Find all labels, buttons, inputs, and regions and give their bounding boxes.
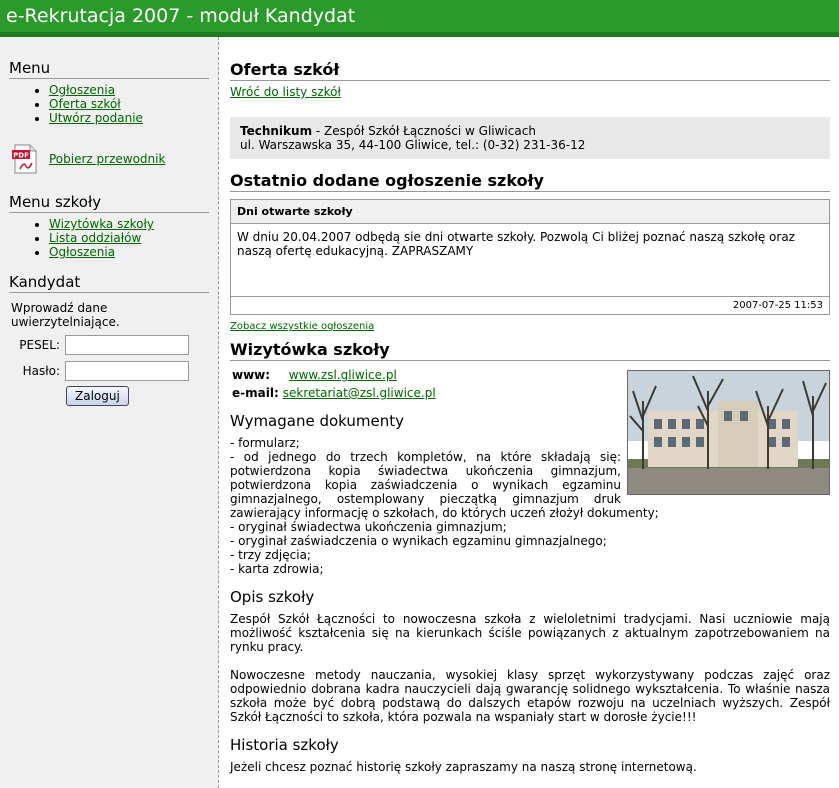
school-history-text: Jeżeli chcesz poznać historię szkoły zap… (230, 760, 697, 774)
www-link[interactable]: www.zsl.gliwice.pl (289, 368, 397, 382)
announcement-body: W dniu 20.04.2007 odbędą sie dni otwarte… (237, 230, 795, 258)
document-item: - oryginał świadectwa ukończenia gimnazj… (230, 520, 507, 534)
school-menu-item-card: Wizytówka szkoły (49, 217, 218, 231)
menu-item-school-offer: Oferta szkół (49, 97, 218, 111)
menu-link-school-offer[interactable]: Oferta szkół (49, 97, 121, 111)
login-button[interactable]: Zaloguj (66, 386, 129, 406)
menu-link-create-application[interactable]: Utwórz podanie (49, 111, 143, 125)
pesel-input[interactable] (65, 335, 189, 355)
back-to-list-link[interactable]: Wróć do listy szkół (230, 85, 341, 99)
announcement-date: 2007-07-25 11:53 (231, 296, 829, 314)
latest-announcement-title: Ostatnio dodane ogłoszenie szkoły (230, 171, 830, 192)
app-title: e-Rekrutacja 2007 - moduł Kandydat (6, 5, 356, 27)
download-guide-link[interactable]: Pobierz przewodnik (49, 152, 165, 166)
pesel-row: PESEL: (0, 335, 218, 355)
contact-table: www: www.zsl.gliwice.pl e-mail: sekretar… (230, 366, 438, 402)
school-description-title: Opis szkoły (230, 588, 315, 606)
school-description-p1: Zespół Szkół Łączności to nowoczesna szk… (230, 612, 830, 654)
main-menu: Ogłoszenia Oferta szkół Utwórz podanie (0, 83, 218, 125)
school-menu-heading: Menu szkoły (9, 193, 209, 213)
school-photo (627, 370, 830, 495)
school-card-title: Wizytówka szkoły (230, 340, 830, 361)
menu-link-announcements[interactable]: Ogłoszenia (49, 83, 115, 97)
password-label: Hasło: (22, 364, 60, 378)
document-item: - trzy zdjęcia; (230, 548, 311, 562)
pesel-label: PESEL: (19, 338, 60, 352)
menu-item-announcements: Ogłoszenia (49, 83, 218, 97)
school-description-p2: Nowoczesne metody nauczania, wysokiej kl… (230, 668, 830, 724)
document-item: - karta zdrowia; (230, 562, 324, 576)
school-history-title: Historia szkoły (230, 736, 339, 754)
announcement-card: Dni otwarte szkoły W dniu 20.04.2007 odb… (230, 199, 830, 315)
menu-heading: Menu (9, 59, 209, 79)
school-menu: Wizytówka szkoły Lista oddziałów Ogłosze… (0, 217, 218, 259)
svg-text:PDF: PDF (13, 152, 29, 160)
pdf-icon[interactable]: PDF (12, 144, 38, 174)
guide-download: PDF Pobierz przewodnik (12, 143, 218, 175)
school-address: ul. Warszawska 35, 44-100 Gliwice, tel.:… (240, 138, 586, 152)
announcement-title: Dni otwarte szkoły (231, 200, 829, 224)
school-menu-item-classes: Lista oddziałów (49, 231, 218, 245)
password-row: Hasło: (0, 361, 218, 381)
school-info-box: Technikum - Zespół Szkół Łączności w Gli… (230, 117, 830, 159)
candidate-heading: Kandydat (9, 273, 209, 293)
app-header: e-Rekrutacja 2007 - moduł Kandydat (0, 0, 839, 37)
school-menu-link-card[interactable]: Wizytówka szkoły (49, 217, 154, 231)
school-menu-link-classes[interactable]: Lista oddziałów (49, 231, 141, 245)
menu-item-create-application: Utwórz podanie (49, 111, 218, 125)
school-menu-link-announcements[interactable]: Ogłoszenia (49, 245, 115, 259)
document-item: - oryginał zaświadczenia o wynikach egza… (230, 534, 607, 548)
www-label: www: (232, 368, 271, 382)
all-announcements-link[interactable]: Zobacz wszystkie ogłoszenia (230, 321, 374, 332)
login-instructions: Wprowadź dane uwierzytelniające. (11, 301, 120, 329)
school-type: Technikum (240, 124, 313, 138)
email-link[interactable]: sekretariat@zsl.gliwice.pl (283, 386, 436, 400)
sidebar: Menu Ogłoszenia Oferta szkół Utwórz poda… (0, 37, 219, 788)
password-input[interactable] (65, 361, 189, 381)
school-menu-item-announcements: Ogłoszenia (49, 245, 218, 259)
offer-title: Oferta szkół (230, 60, 830, 81)
email-label: e-mail: (232, 386, 279, 400)
main-content: Oferta szkół Wróć do listy szkół Technik… (230, 37, 830, 774)
school-name: - Zespół Szkół Łączności w Gliwicach (312, 124, 536, 138)
